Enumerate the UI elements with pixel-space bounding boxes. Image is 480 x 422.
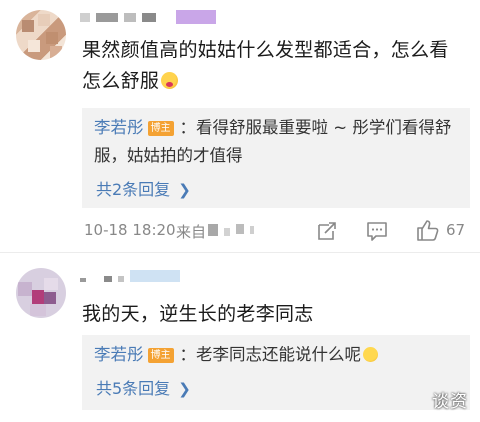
comment-time: 10-18 18:20 (84, 221, 176, 239)
more-replies-label: 共5条回复 (96, 379, 171, 398)
more-replies-link[interactable]: 共5条回复 ❯ (96, 375, 191, 399)
comment-source: 来自 (176, 223, 207, 241)
author-badge: 博主 (147, 348, 174, 363)
source-blurred (236, 224, 244, 234)
reply-preview-box[interactable]: 李若彤 博主 ：看得舒服最重要啦 ~ 彤学们看得舒服，姑姑拍的才值得 共2条回复 ❯ (82, 108, 470, 208)
comment-text: 我的天，逆生长的老李同志 (82, 303, 314, 325)
avatar-mosaic (22, 20, 34, 32)
like-count: 67 (446, 221, 466, 239)
avatar-mosaic (44, 292, 56, 304)
comment-divider (0, 252, 480, 253)
chevron-right-icon: ❯ (178, 380, 191, 398)
commenter-avatar[interactable] (16, 10, 66, 60)
reply-author[interactable]: 李若彤 (94, 345, 144, 364)
commenter-name-blurred[interactable] (80, 270, 200, 284)
reply-line: 李若彤 博主 ：看得舒服最重要啦 ~ 彤学们看得舒服，姑姑拍的才值得 (94, 114, 460, 170)
author-badge: 博主 (147, 121, 174, 136)
avatar-mosaic (46, 32, 58, 44)
source-blurred (224, 228, 230, 236)
source-blurred (250, 226, 254, 234)
astonished-face-emoji (161, 72, 179, 89)
reply-text: ：老李同志还能说什么呢 (179, 345, 362, 364)
avatar-mosaic (32, 290, 44, 304)
source-blurred (208, 224, 218, 236)
more-replies-link[interactable]: 共2条回复 ❯ (96, 176, 191, 200)
comment-text: 果然颜值高的姑姑什么发型都适合，怎么看怎么舒服 (82, 39, 449, 92)
avatar-mosaic (50, 46, 62, 58)
share-icon[interactable] (316, 220, 338, 242)
comment-icon[interactable] (366, 220, 388, 242)
reply-author[interactable]: 李若彤 (94, 118, 144, 137)
commenter-name-blurred[interactable] (80, 10, 220, 26)
reply-line: 李若彤 博主 ：老李同志还能说什么呢 (94, 341, 460, 369)
avatar-mosaic (38, 14, 50, 26)
more-replies-label: 共2条回复 (96, 180, 171, 199)
avatar-mosaic (28, 40, 40, 52)
reply-preview-box[interactable]: 李若彤 博主 ：老李同志还能说什么呢 共5条回复 ❯ (82, 335, 470, 410)
avatar-mosaic (30, 304, 46, 316)
chevron-right-icon: ❯ (178, 181, 191, 199)
comment-meta-row: 10-18 18:20 来自 67 (84, 216, 474, 244)
commenter-avatar[interactable] (16, 268, 66, 318)
watermark: 谈资 (432, 392, 468, 412)
laughing-face-emoji (363, 347, 378, 362)
thumbs-up-icon[interactable] (416, 218, 440, 242)
avatar-mosaic (18, 282, 32, 296)
avatar-mosaic (44, 278, 58, 290)
